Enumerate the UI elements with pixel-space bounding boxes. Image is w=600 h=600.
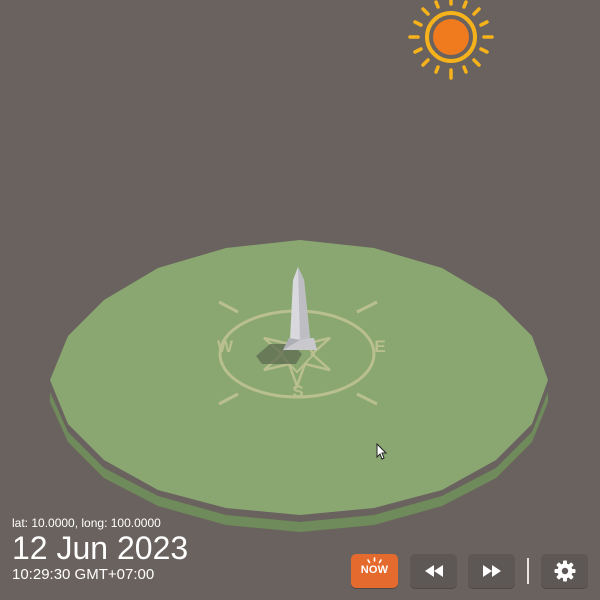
settings-button[interactable] [541,554,588,588]
rewind-icon [424,565,443,577]
compass-label-west: W [217,337,234,356]
time-label: 10:29:30 GMT+07:00 [12,566,155,583]
compass-label-south: S [292,382,303,401]
now-button[interactable]: NOW [351,554,398,588]
now-button-label: NOW [360,564,389,576]
sun-icon [408,0,494,80]
info-panel: lat: 10.0000, long: 100.0000 12 Jun 2023… [12,516,188,584]
sundial-scene[interactable]: N W E S [0,0,600,600]
mouse-cursor-icon [376,443,388,460]
sundial-viewport[interactable]: N W E S [0,0,600,600]
toolbar-divider [527,558,529,584]
gear-icon [554,560,575,582]
compass-label-east: E [374,337,385,356]
rewind-button[interactable] [410,554,457,588]
fast-forward-button[interactable] [468,554,515,588]
date-label: 12 Jun 2023 [12,530,189,566]
fast-forward-icon [482,565,501,577]
coordinates-label: lat: 10.0000, long: 100.0000 [12,516,161,530]
